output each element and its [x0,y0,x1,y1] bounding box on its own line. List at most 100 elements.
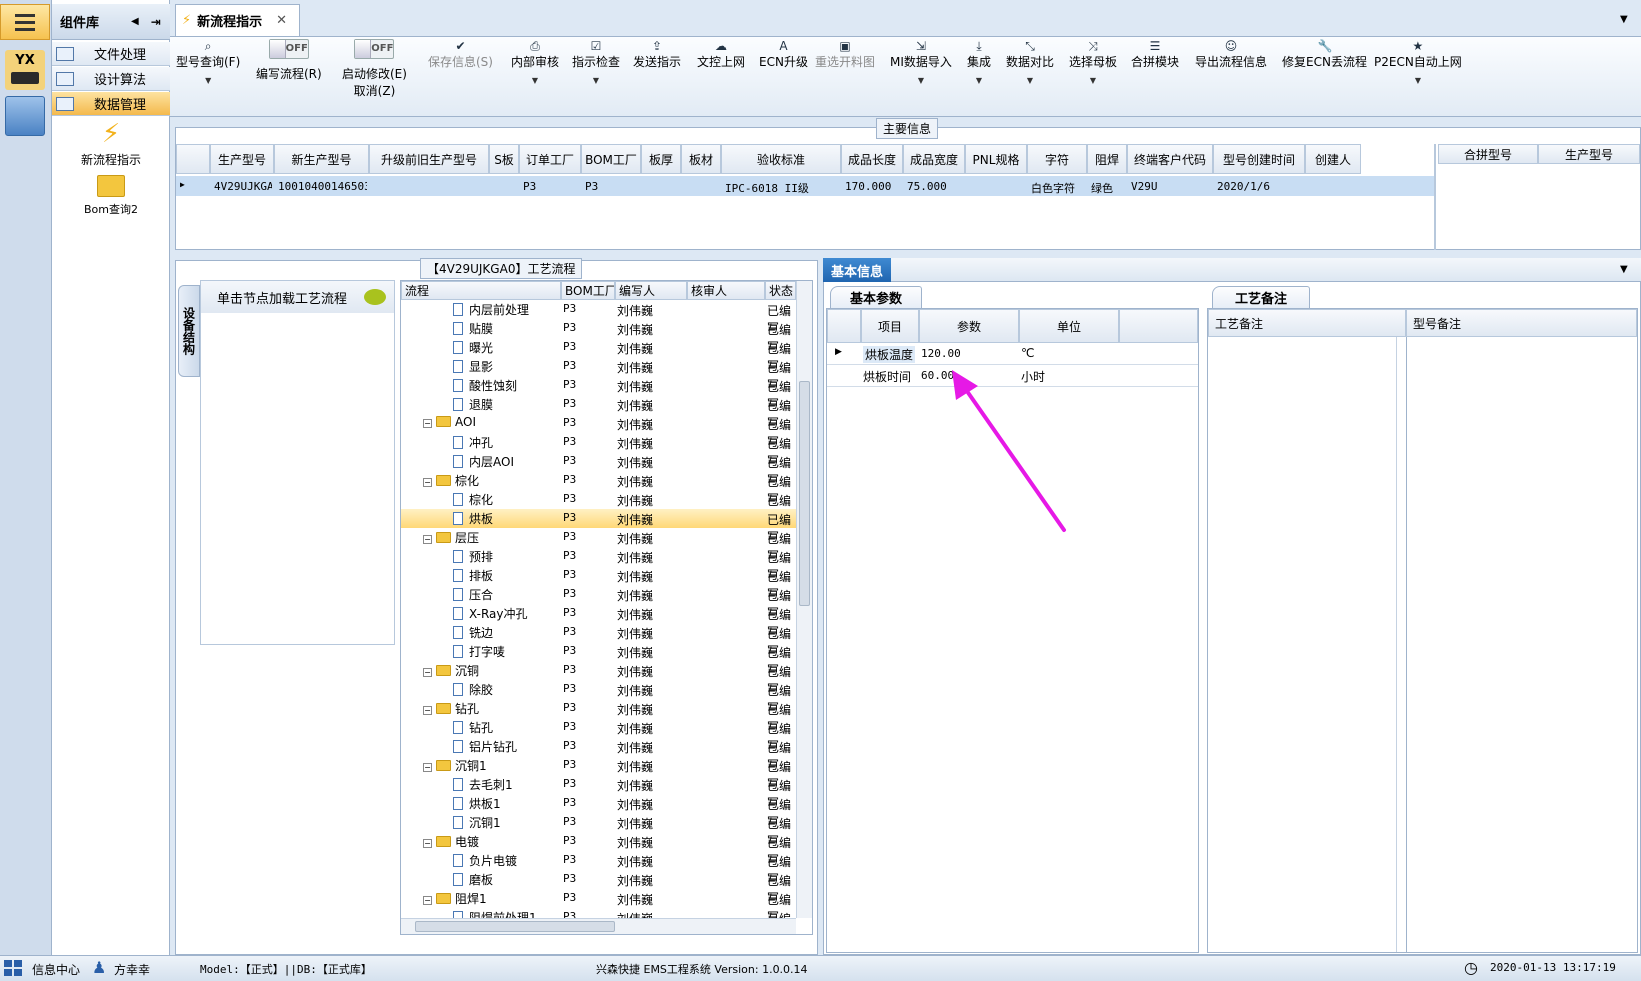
tree-row[interactable]: 烘板 P3 刘伟巍 已编写 [401,509,796,544]
tree-row[interactable]: − 阻焊1 P3 刘伟巍 已编写 [401,889,796,924]
internal-review-button[interactable]: ⎙ 内部审核 ▼ [511,39,559,85]
tree-row[interactable]: 除胶 P3 刘伟巍 已编写 [401,680,796,715]
info-center-label[interactable]: 信息中心 [32,961,80,978]
tab-new-process[interactable]: ⚡ 新流程指示 ✕ [175,4,300,36]
tree-row[interactable]: 内层前处理 P3 刘伟巍 已编写 [401,300,796,335]
doc-control-online-button[interactable]: ☁ 文控上网 [697,39,745,70]
tree-row[interactable]: − 棕化 P3 刘伟巍 已编写 [401,471,796,506]
document-icon [453,873,463,886]
calculator-icon[interactable] [5,96,45,136]
pin-icon[interactable]: ⇥ [151,15,161,29]
tree-row[interactable]: 内层AOI P3 刘伟巍 已编写 [401,452,796,487]
merge-module-button[interactable]: ☰ 合拼模块 [1131,39,1179,70]
scrollbar-thumb[interactable] [799,381,810,606]
data-compare-button[interactable]: ⤡ 数据对比 ▼ [1006,39,1054,85]
tree-row[interactable]: 酸性蚀刻 P3 刘伟巍 已编写 [401,376,796,411]
category-file-processing[interactable]: 文件处理 [52,42,170,66]
collapse-icon[interactable]: − [423,668,432,677]
tree-row[interactable]: 显影 P3 刘伟巍 已编写 [401,357,796,392]
tree-row[interactable]: X-Ray冲孔 P3 刘伟巍 已编写 [401,604,796,639]
upload-icon: ⇪ [651,39,663,53]
bom-query-item[interactable]: Bom查询2 [52,175,170,217]
tab-basic-params[interactable]: 基本参数 [830,286,922,308]
tree-row[interactable]: 沉铜1 P3 刘伟巍 已编写 [401,813,796,848]
col-model-remark: 型号备注 [1406,309,1637,337]
tree-row[interactable]: − 沉铜 P3 刘伟巍 已编写 [401,661,796,696]
tree-row[interactable]: 磨板 P3 刘伟巍 已编写 [401,870,796,905]
instruction-check-button[interactable]: ☑ 指示检查 ▼ [572,39,620,85]
repair-ecn-lost-process-button[interactable]: 🔧 修复ECN丢流程 [1282,39,1367,70]
model-remark-input[interactable] [1408,339,1622,949]
tree-row[interactable]: 钻孔 P3 刘伟巍 已编写 [401,718,796,753]
horizontal-scrollbar[interactable] [401,918,796,934]
mi-data-import-button[interactable]: ⇲ MI数据导入 ▼ [890,39,952,85]
node-name: 退膜 [469,398,494,412]
collapse-left-icon[interactable]: ◀ [131,16,139,27]
tree-row[interactable]: − 钻孔 P3 刘伟巍 已编写 [401,699,796,734]
tree-row[interactable]: 曝光 P3 刘伟巍 已编写 [401,338,796,373]
collapse-icon[interactable]: − [423,535,432,544]
export-process-info-button[interactable]: ☺ 导出流程信息 [1195,39,1267,70]
tree-row[interactable]: 排板 P3 刘伟巍 已编写 [401,566,796,601]
tree-row[interactable]: 烘板1 P3 刘伟巍 已编写 [401,794,796,829]
collapse-icon[interactable]: − [423,419,432,428]
tree-row[interactable]: 铣边 P3 刘伟巍 已编写 [401,623,796,658]
tree-row[interactable]: 棕化P3刘伟巍已编写 [401,490,796,525]
tree-row[interactable]: 打字唛 P3 刘伟巍 已编写 [401,642,796,677]
main-col-header: BOM工厂 [581,144,641,174]
tree-row[interactable]: − 电镀 P3 刘伟巍 已编写 [401,832,796,867]
chevron-down-icon[interactable]: ▼ [1620,14,1628,25]
yx-app-icon[interactable]: YX [5,50,45,90]
select-motherboard-button[interactable]: ⤨ 选择母板 ▼ [1069,39,1117,85]
write-process-toggle[interactable]: OFF 编写流程(R) [256,39,322,82]
tree-row[interactable]: 贴膜 P3 刘伟巍 已编写 [401,319,796,354]
toggle-switch[interactable]: OFF [354,39,395,59]
reselect-cut-chart-button[interactable]: ▣ 重选开料图 [815,39,875,70]
process-remark-input[interactable] [1210,339,1394,949]
main-menu-button[interactable] [0,4,50,40]
save-info-button[interactable]: ✔ 保存信息(S) [428,39,493,70]
close-icon[interactable]: ✕ [276,13,287,28]
collapse-icon[interactable]: − [423,763,432,772]
tree-row[interactable]: 退膜 P3 刘伟巍 已编写 [401,395,796,430]
main-info-data-row[interactable]: ▶ 4V29UJKGA0 10010400146503 P3 P3 IPC-6018 II… [176,176,1434,196]
param-row[interactable]: ▶ 烘板温度 120.00 ℃ [827,343,1198,365]
collapse-icon[interactable]: − [423,706,432,715]
tree-row[interactable]: 铝片钻孔 P3 刘伟巍 已编写 [401,737,796,772]
node-writer: 刘伟巍 [617,361,654,375]
vertical-scrollbar[interactable] [796,281,812,918]
p2ecn-auto-online-button[interactable]: ★ P2ECN自动上网 ▼ [1374,39,1462,85]
category-design-algorithm[interactable]: 设计算法 [52,67,170,91]
node-writer: 刘伟巍 [617,323,654,337]
tab-process-remarks[interactable]: 工艺备注 [1212,286,1310,308]
tree-row[interactable]: 冲孔 P3 刘伟巍 已编写 [401,433,796,468]
document-icon [453,683,463,696]
star-icon: ★ [1412,39,1424,53]
tab-basic-info[interactable]: 基本信息 [823,258,891,282]
tree-row[interactable]: 预排 P3 刘伟巍 已编写 [401,547,796,582]
start-modify-toggle[interactable]: OFF 启动修改(E) 取消(Z) [342,39,407,99]
tree-row[interactable]: − AOI P3 刘伟巍 已编写 [401,414,796,449]
chevron-down-icon[interactable]: ▼ [1620,264,1628,275]
model-query-button[interactable]: ⌕ 型号查询(F) ▼ [176,39,240,85]
collapse-icon[interactable]: − [423,478,432,487]
scrollbar-thumb[interactable] [415,921,615,932]
collapse-icon[interactable]: − [423,839,432,848]
toggle-switch[interactable]: OFF [268,39,309,59]
side-tab-equipment-structure[interactable]: 设备结构 [178,285,200,377]
tree-row[interactable]: 压合 P3 刘伟巍 已编写 [401,585,796,620]
param-value[interactable]: 120.00 [921,347,961,360]
tree-row[interactable]: − 沉铜1 P3 刘伟巍 已编写 [401,756,796,791]
ecn-upgrade-button[interactable]: A ECN升级 [759,39,808,70]
check-icon: ✔ [455,39,466,53]
node-writer: 刘伟巍 [617,437,654,451]
category-data-management[interactable]: 数据管理 [52,92,170,116]
collapse-icon[interactable]: − [423,896,432,905]
send-instruction-button[interactable]: ⇪ 发送指示 [633,39,681,70]
tree-row[interactable]: − 层压 P3 刘伟巍 已编写 [401,528,796,563]
process-tree-grid[interactable]: 流程 BOM工厂 编写人 核审人 状态 内层前处理 P3 刘伟巍 已编写 贴膜 P3 刘伟巍 已编写曝… [400,280,813,935]
new-process-item[interactable]: ⚡ 新流程指示 [52,117,170,168]
tree-row[interactable]: 负片电镀 P3 刘伟巍 已编写 [401,851,796,886]
integrate-button[interactable]: ⤓ 集成 ▼ [967,39,991,85]
tree-row[interactable]: 去毛刺1 P3 刘伟巍 已编写 [401,775,796,810]
